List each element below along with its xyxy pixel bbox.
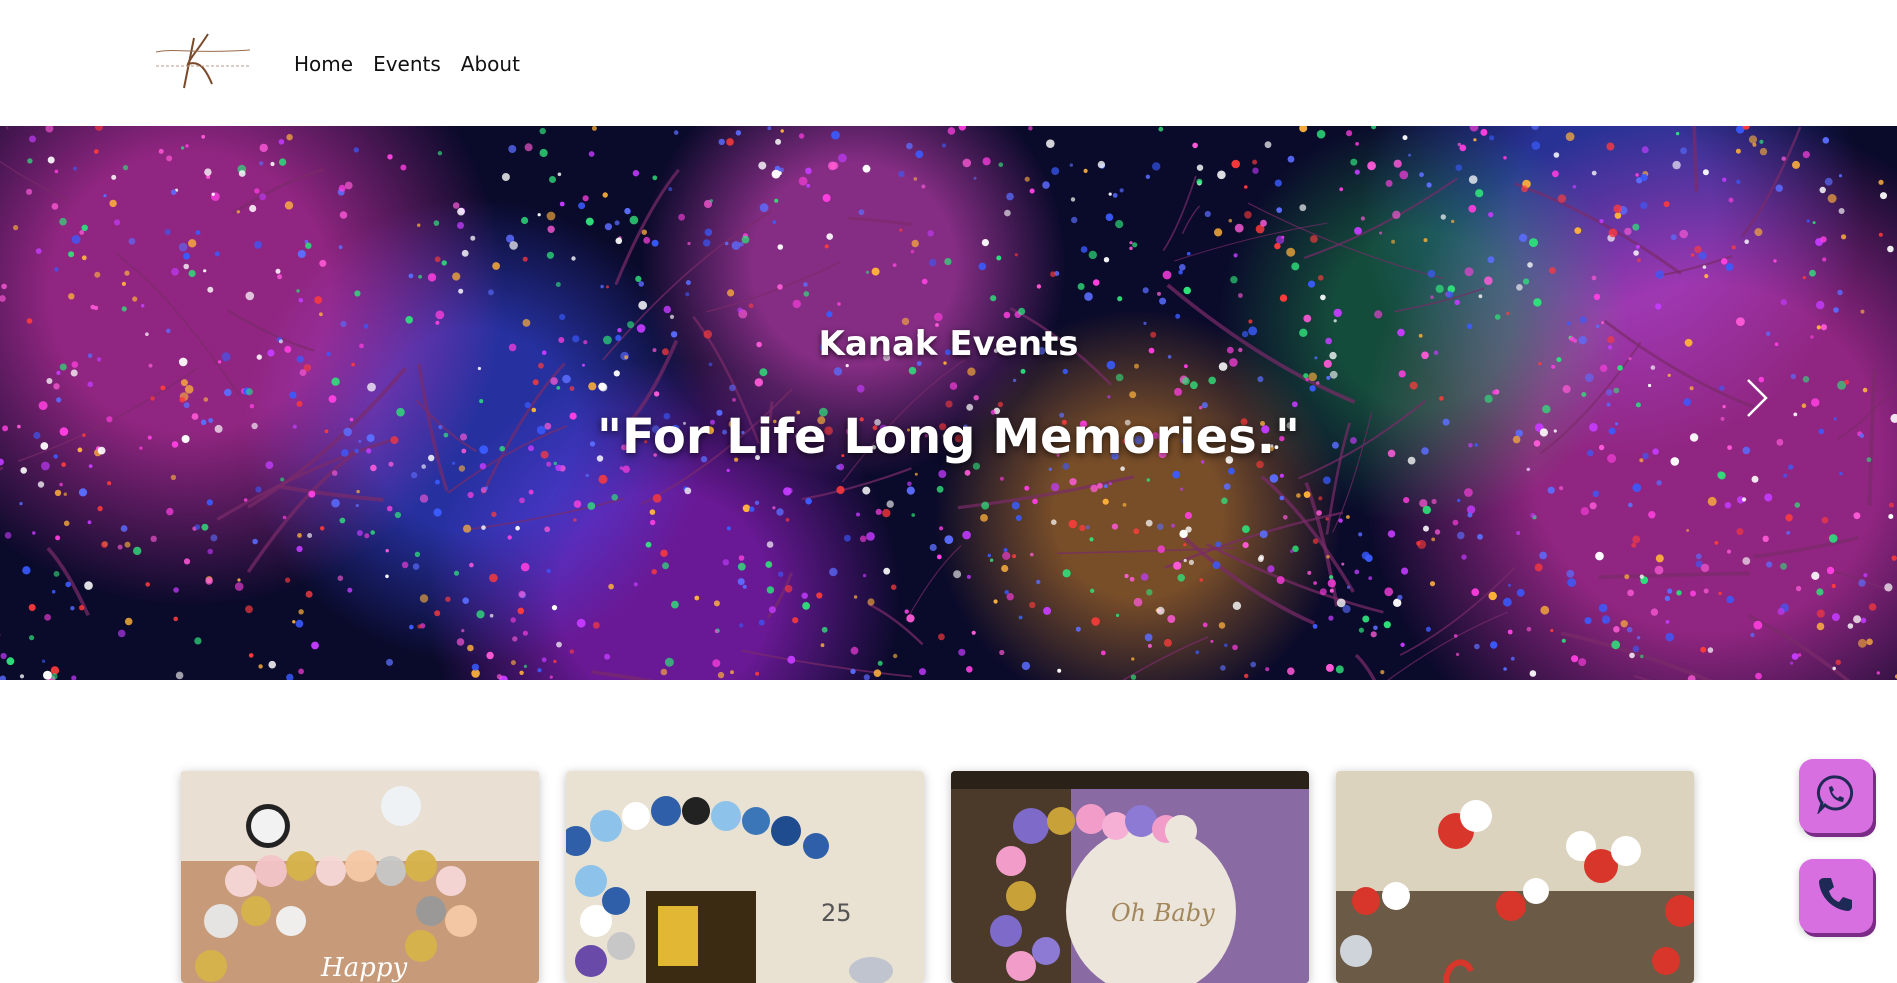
nav-events[interactable]: Events bbox=[373, 52, 441, 76]
nav-about[interactable]: About bbox=[461, 52, 520, 76]
card-caption: 25 bbox=[821, 899, 852, 927]
event-card-oh-baby[interactable]: Oh Baby bbox=[951, 771, 1309, 983]
site-header: Home Events About bbox=[0, 0, 1897, 126]
hero-tagline: "For Life Long Memories." bbox=[596, 409, 1300, 465]
main-nav: Home Events About bbox=[294, 52, 540, 76]
site-logo[interactable] bbox=[154, 30, 254, 94]
hero-title: Kanak Events bbox=[818, 324, 1079, 364]
card-caption: Happy bbox=[320, 953, 407, 983]
event-card-anniversary-25[interactable]: 25 bbox=[566, 771, 924, 983]
event-card-love-decor[interactable] bbox=[1336, 771, 1694, 983]
hero-banner: Kanak Events "For Life Long Memories." bbox=[0, 126, 1897, 680]
chevron-right-icon[interactable] bbox=[1742, 376, 1772, 420]
whatsapp-button[interactable] bbox=[1799, 759, 1873, 833]
event-card-happy-birthday[interactable]: Happy bbox=[181, 771, 539, 983]
card-caption: Oh Baby bbox=[1111, 899, 1215, 927]
call-button[interactable] bbox=[1799, 859, 1873, 933]
hero-background-image bbox=[0, 126, 1897, 680]
nav-home[interactable]: Home bbox=[294, 52, 353, 76]
whatsapp-icon bbox=[1816, 774, 1856, 818]
phone-icon bbox=[1816, 874, 1856, 918]
